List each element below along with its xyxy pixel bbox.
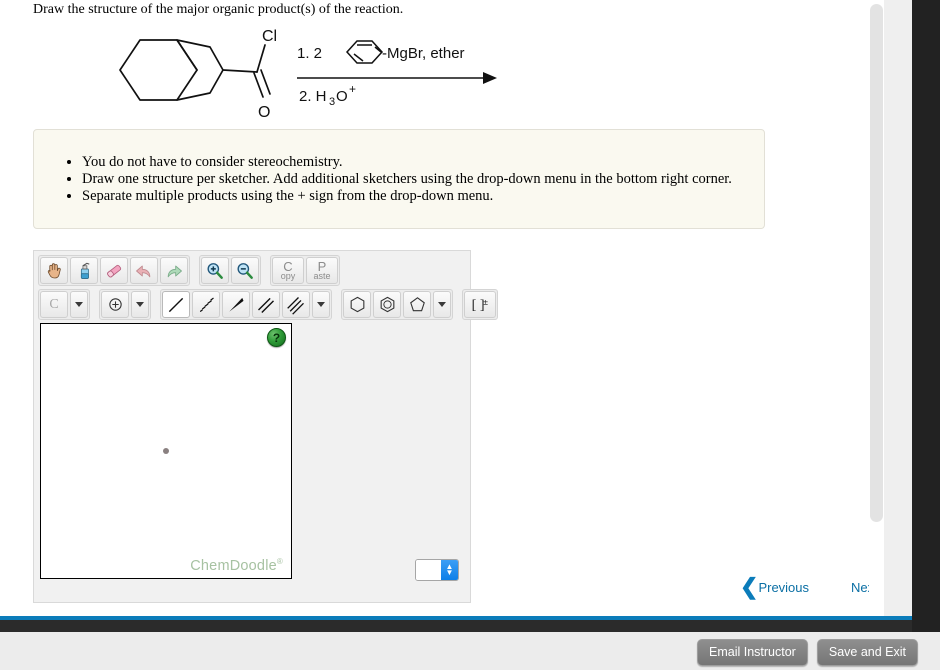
reagent-step-2-label: 2. H [299, 88, 327, 105]
chemdoodle-watermark: ChemDoodle® [190, 557, 283, 574]
instructions-callout: You do not have to consider stereochemis… [33, 129, 765, 229]
ring-tools-group [341, 289, 453, 320]
sketcher-toolbar-row-1: C opy P aste [38, 255, 349, 286]
bracket-charge-icon[interactable]: [ ] ± [464, 291, 496, 318]
page-title: Draw the structure of the major organic … [33, 2, 404, 17]
chevron-down-icon [438, 302, 446, 307]
watermark-registered-mark: ® [276, 557, 283, 567]
canvas-center-point [163, 448, 169, 454]
element-dropdown-toggle[interactable] [70, 291, 88, 318]
list-item: You do not have to consider stereochemis… [82, 154, 764, 171]
grignard-reagent-label: -MgBr, ether [382, 45, 465, 62]
dark-divider-bar [0, 620, 912, 632]
instructions-list: You do not have to consider stereochemis… [34, 130, 764, 205]
right-dark-edge [912, 0, 940, 632]
hydronium-oxygen: O [336, 88, 348, 105]
paste-label-small: aste [313, 271, 331, 281]
element-picker-group: C [38, 289, 90, 320]
sketcher-toolbar-row-2: C [] ± [38, 289, 507, 320]
previous-label: Previous [758, 579, 810, 595]
paste-button[interactable]: P aste [306, 257, 338, 284]
charge-increase-icon[interactable] [101, 291, 129, 318]
stepper-arrows-icon[interactable]: ▲ ▼ [441, 560, 458, 580]
bond-dropdown-toggle[interactable] [312, 291, 330, 318]
pan-hand-icon[interactable] [40, 257, 68, 284]
cyclohexane-ring-icon[interactable] [343, 291, 371, 318]
stepper-down-arrow[interactable]: ▼ [446, 569, 454, 577]
reaction-scheme: Cl O 1. 2 -MgBr, ether 2. H 3 O + [105, 25, 505, 120]
chevron-down-icon [136, 302, 144, 307]
clipboard-tools-group: C opy P aste [270, 255, 340, 286]
benzene-ring-icon[interactable] [373, 291, 401, 318]
edit-tools-group [38, 255, 190, 286]
email-instructor-button[interactable]: Email Instructor [697, 639, 808, 666]
previous-button[interactable]: ❮ Previous [740, 574, 810, 599]
hydronium-charge: + [349, 82, 356, 96]
eraser-icon[interactable] [100, 257, 128, 284]
undo-icon[interactable] [130, 257, 158, 284]
zoom-in-icon[interactable] [201, 257, 229, 284]
redo-icon[interactable] [160, 257, 188, 284]
sketcher-count-input[interactable] [416, 560, 441, 580]
oxygen-atom-label: O [258, 104, 270, 120]
zoom-out-icon[interactable] [231, 257, 259, 284]
sketcher-count-stepper[interactable]: ▲ ▼ [415, 559, 459, 581]
footer-button-group: Email Instructor Save and Exit [697, 639, 918, 666]
single-bond-icon[interactable] [162, 291, 190, 318]
chevron-down-icon [317, 302, 325, 307]
hashed-wedge-bond-icon[interactable] [192, 291, 220, 318]
charge-dropdown-toggle[interactable] [131, 291, 149, 318]
assignment-page: Draw the structure of the major organic … [0, 0, 912, 620]
help-icon[interactable]: ? [267, 328, 286, 347]
triple-bond-icon[interactable] [282, 291, 310, 318]
hydronium-subscript: 3 [329, 96, 335, 108]
reagent-step-1-label: 1. 2 [297, 45, 322, 62]
clear-bottle-icon[interactable] [70, 257, 98, 284]
element-button-carbon[interactable]: C [40, 291, 68, 318]
vertical-scrollbar[interactable] [869, 0, 884, 620]
footer-bar: Email Instructor Save and Exit [0, 632, 940, 670]
copy-label-small: opy [280, 271, 296, 281]
bond-tools-group [160, 289, 332, 320]
charge-tools-group [99, 289, 151, 320]
svg-text:±: ± [483, 297, 488, 307]
ring-dropdown-toggle[interactable] [433, 291, 451, 318]
list-item: Draw one structure per sketcher. Add add… [82, 171, 764, 188]
scrollbar-thumb[interactable] [870, 4, 883, 522]
chemdoodle-sketcher-panel: C opy P aste C [] ± ? ChemDoodle® ▲ ▼ [33, 250, 498, 603]
element-label: C [49, 296, 59, 312]
chevron-down-icon [75, 302, 83, 307]
sketcher-canvas[interactable]: ? ChemDoodle® [40, 323, 292, 579]
watermark-text: ChemDoodle [190, 558, 277, 574]
page-right-margin [884, 0, 912, 620]
save-and-exit-button[interactable]: Save and Exit [816, 639, 918, 666]
solid-wedge-bond-icon[interactable] [222, 291, 250, 318]
copy-button[interactable]: C opy [272, 257, 304, 284]
zoom-tools-group [199, 255, 261, 286]
bracket-charge-group: [ ] ± [462, 289, 498, 320]
list-item: Separate multiple products using the + s… [82, 188, 764, 205]
chevron-left-icon: ❮ [740, 574, 759, 599]
chlorine-atom-label: Cl [262, 28, 277, 45]
double-bond-icon[interactable] [252, 291, 280, 318]
cyclopentane-ring-icon[interactable] [403, 291, 431, 318]
